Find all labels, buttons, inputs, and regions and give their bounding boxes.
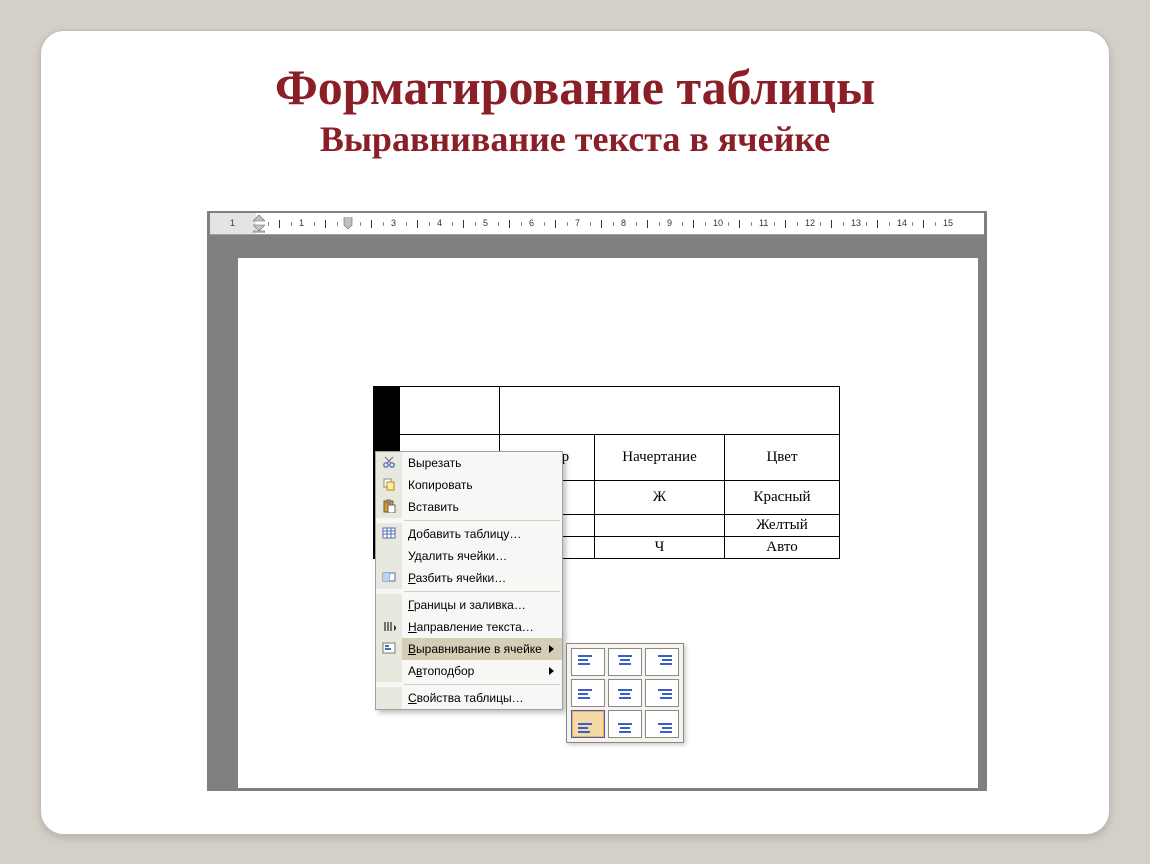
table-header[interactable]: Цвет [725,435,840,481]
table-cell[interactable]: Ч [595,537,725,559]
split-cells-icon [382,570,396,587]
table-cell[interactable] [500,387,840,435]
copy-icon [382,477,396,494]
word-editor: 1123456789101112131415 Шрифт [207,211,987,791]
menu-cell-alignment-label: Выравнивание в ячейке [402,642,549,656]
slide-subtitle: Выравнивание текста в ячейке [41,118,1109,160]
scissors-icon [382,455,396,472]
menu-separator [404,591,560,592]
table-cell[interactable]: Ж [595,481,725,515]
align-bottom-right[interactable] [645,710,679,738]
align-middle-center[interactable] [608,679,642,707]
menu-cut[interactable]: Вырезать [376,452,562,474]
menu-delete-cells-label: Удалить ячейки… [402,549,562,563]
menu-table-properties-label: Свойства таблицы… [402,691,562,705]
paste-icon [382,499,396,516]
table-header[interactable]: Начертание [595,435,725,481]
submenu-arrow-icon [549,645,554,653]
menu-autofit-label: Автоподбор [402,664,549,678]
submenu-arrow-icon [549,667,554,675]
menu-text-direction-label: Направление текста… [402,620,562,634]
horizontal-ruler: 1123456789101112131415 [210,213,984,235]
menu-delete-cells[interactable]: Удалить ячейки… [376,545,562,567]
menu-separator [404,520,560,521]
table-cell[interactable] [595,515,725,537]
menu-insert-table-label: Добавить таблицу… [402,527,562,541]
tab-marker[interactable] [342,215,354,233]
menu-borders-label: Границы и заливка… [402,598,562,612]
align-bottom-left[interactable] [571,710,605,738]
align-top-right[interactable] [645,648,679,676]
menu-split-cells[interactable]: Разбить ячейки… [376,567,562,589]
align-middle-left[interactable] [571,679,605,707]
align-middle-right[interactable] [645,679,679,707]
menu-split-cells-label: Разбить ячейки… [402,571,562,585]
context-menu: Вырезать Копировать Вставить Добавить та… [375,451,563,710]
align-top-left[interactable] [571,648,605,676]
menu-copy-label: Копировать [402,478,562,492]
alignment-flyout [566,643,684,743]
menu-autofit[interactable]: Автоподбор [376,660,562,682]
menu-copy[interactable]: Копировать [376,474,562,496]
menu-paste[interactable]: Вставить [376,496,562,518]
table-cell[interactable]: Желтый [725,515,840,537]
menu-insert-table[interactable]: Добавить таблицу… [376,523,562,545]
table-icon [382,526,396,543]
align-top-center[interactable] [608,648,642,676]
align-bottom-center[interactable] [608,710,642,738]
table-cell[interactable]: Авто [725,537,840,559]
menu-paste-label: Вставить [402,500,562,514]
slide-title: Форматирование таблицы [41,61,1109,114]
indent-marker-first[interactable] [253,215,265,233]
menu-table-properties[interactable]: Свойства таблицы… [376,687,562,709]
menu-separator [404,684,560,685]
align-icon [382,641,396,658]
menu-borders[interactable]: Границы и заливка… [376,594,562,616]
menu-text-direction[interactable]: Направление текста… [376,616,562,638]
menu-cell-alignment[interactable]: Выравнивание в ячейке [376,638,562,660]
menu-cut-label: Вырезать [402,456,562,470]
table-cell[interactable] [400,387,500,435]
table-cell[interactable]: Красный [725,481,840,515]
slide-frame: Форматирование таблицы Выравнивание текс… [40,30,1110,835]
text-direction-icon [382,619,396,636]
